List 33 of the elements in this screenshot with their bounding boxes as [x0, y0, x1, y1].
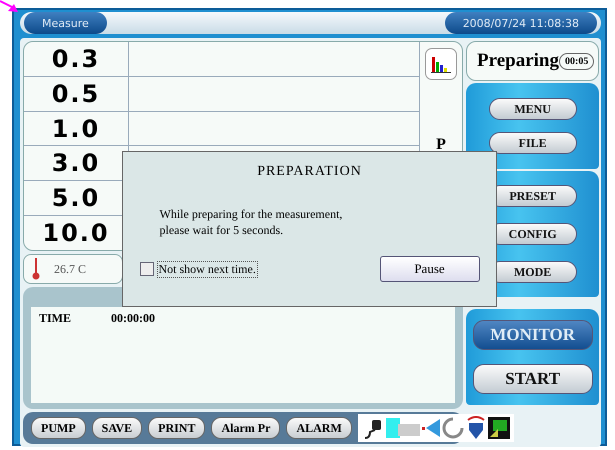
toolbar-button[interactable]: Alarm Pr [211, 417, 280, 439]
bar-chart-button[interactable] [425, 48, 457, 80]
light-beam-icon [422, 418, 440, 438]
dialog-title: PREPARATION [257, 164, 362, 180]
countdown: 00:05 [558, 52, 594, 70]
menu-button[interactable]: FILE [488, 132, 577, 154]
status-text: Preparing [477, 50, 559, 72]
checkbox-label[interactable]: Not show next time. [156, 260, 258, 278]
log-label: TIME [39, 311, 72, 326]
size-label: 0.3 [24, 42, 129, 76]
toolbar-button[interactable]: PRINT [148, 417, 206, 439]
size-label: 1.0 [24, 112, 129, 146]
size-label: 0.5 [24, 76, 129, 111]
pause-button[interactable]: Pause [380, 256, 480, 282]
date-time: 2008/07/24 11:08:38 [444, 12, 597, 34]
menu-button[interactable]: MONITOR [472, 320, 593, 350]
mode-tab[interactable]: Measure [24, 12, 107, 34]
temperature-value: 26.7 C [54, 262, 86, 276]
thermometer-icon [32, 257, 40, 281]
memory-card-icon [488, 417, 510, 439]
menu-button[interactable]: START [472, 364, 593, 394]
toolbar-button[interactable]: ALARM [286, 417, 352, 439]
menu-button[interactable]: MENU [488, 98, 577, 120]
log-value: 00:00:00 [111, 311, 156, 326]
checkbox[interactable] [140, 262, 154, 276]
column-letter: P [436, 136, 446, 154]
bar-chart-icon [431, 55, 451, 73]
toolbar-button[interactable]: PUMP [31, 417, 86, 439]
toolbar-button[interactable]: SAVE [92, 417, 142, 439]
dialog-message: While preparing for the measurement, please wait for 5 seconds. [160, 206, 344, 238]
shield-icon [466, 416, 486, 440]
card-icon [386, 418, 420, 438]
swirl-icon [442, 417, 464, 439]
